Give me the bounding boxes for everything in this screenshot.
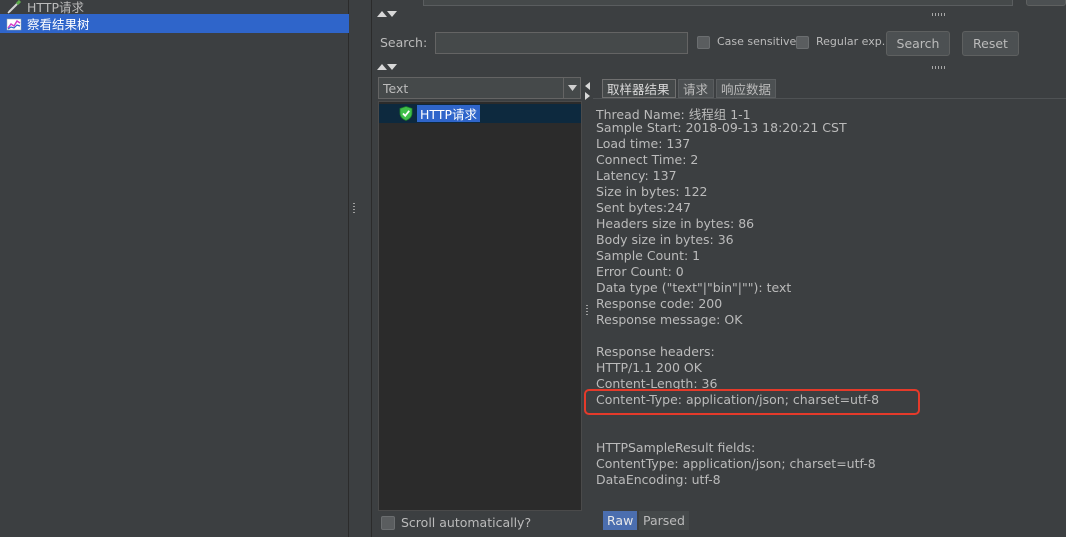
result-line: HTTPSampleResult fields: [596, 440, 756, 455]
renderer-select-value: Text [383, 80, 409, 96]
result-line: Sample Start: 2018-09-13 18:20:21 CST [596, 120, 847, 135]
result-item[interactable]: HTTP请求 [379, 104, 581, 123]
result-item-label: HTTP请求 [417, 105, 480, 122]
result-line: Latency: 137 [596, 168, 677, 183]
collapse-down-icon[interactable] [387, 11, 397, 17]
success-shield-icon [399, 106, 413, 121]
result-line: Connect Time: 2 [596, 152, 699, 167]
result-line: Sample Count: 1 [596, 248, 701, 263]
result-line: Body size in bytes: 36 [596, 232, 734, 247]
result-line: Headers size in bytes: 86 [596, 216, 755, 231]
result-line: Sent bytes:247 [596, 200, 691, 215]
result-line: HTTP/1.1 200 OK [596, 360, 702, 375]
main-splitter[interactable] [349, 0, 372, 537]
regexp-checkbox[interactable] [796, 36, 809, 49]
search-input[interactable] [435, 32, 688, 54]
comment-field[interactable] [423, 0, 1013, 6]
result-line: ContentType: application/json; charset=u… [596, 456, 876, 471]
view-results-panel: Search: Case sensitive Regular exp. Sear… [373, 0, 1066, 537]
result-line: Load time: 137 [596, 136, 691, 151]
result-line: Error Count: 0 [596, 264, 684, 279]
sampler-result-text: Thread Name: 线程组 1-1 Sample Start: 2018-… [593, 98, 1066, 537]
result-line: Response code: 200 [596, 296, 723, 311]
sample-result-tree: HTTP请求 [378, 101, 582, 511]
scroll-automatically-checkbox[interactable] [381, 516, 395, 530]
result-line: Response headers: [596, 344, 715, 359]
splitter-grip[interactable] [353, 203, 355, 214]
chevron-down-icon[interactable] [563, 78, 580, 98]
drag-grip[interactable] [932, 66, 946, 69]
top-button[interactable] [1026, 0, 1066, 6]
result-line: Data type ("text"|"bin"|""): text [596, 280, 792, 295]
result-splitter[interactable] [584, 77, 590, 537]
case-sensitive-label: Case sensitive [717, 35, 797, 48]
search-bar: Search: Case sensitive Regular exp. Sear… [373, 29, 1066, 57]
pipette-icon [7, 0, 22, 14]
drag-grip[interactable] [932, 13, 946, 16]
search-button[interactable]: Search [886, 31, 950, 56]
tree-item-view-results-tree[interactable]: 察看结果树 [0, 14, 349, 33]
result-line: DataEncoding: utf-8 [596, 472, 721, 487]
collapse-right-icon[interactable] [585, 92, 590, 100]
result-line: Size in bytes: 122 [596, 184, 708, 199]
result-line: Response message: OK [596, 312, 743, 327]
splitter-grip[interactable] [586, 305, 588, 316]
tab-sampler-result[interactable]: 取样器结果 [602, 79, 676, 98]
chart-icon [6, 18, 22, 30]
tab-raw[interactable]: Raw [603, 511, 638, 530]
collapse-down-icon[interactable] [387, 64, 397, 70]
collapse-bar-2[interactable] [373, 63, 1066, 71]
test-plan-tree: HTTP请求 察看结果树 [0, 0, 349, 537]
case-sensitive-checkbox[interactable] [697, 36, 710, 49]
highlight-annotation [584, 389, 920, 415]
tab-response-data[interactable]: 响应数据 [716, 79, 776, 98]
expand-up-icon[interactable] [377, 11, 387, 17]
reset-button[interactable]: Reset [962, 31, 1019, 56]
collapse-bar[interactable] [373, 10, 1066, 18]
search-label: Search: [380, 35, 428, 50]
tab-request[interactable]: 请求 [678, 79, 714, 98]
expand-up-icon[interactable] [377, 64, 387, 70]
regexp-label: Regular exp. [816, 35, 886, 48]
tab-parsed[interactable]: Parsed [639, 511, 689, 530]
renderer-select[interactable]: Text [378, 77, 581, 99]
scroll-automatically-label: Scroll automatically? [401, 515, 532, 530]
collapse-left-icon[interactable] [585, 82, 590, 90]
tree-item-label: 察看结果树 [27, 17, 90, 32]
